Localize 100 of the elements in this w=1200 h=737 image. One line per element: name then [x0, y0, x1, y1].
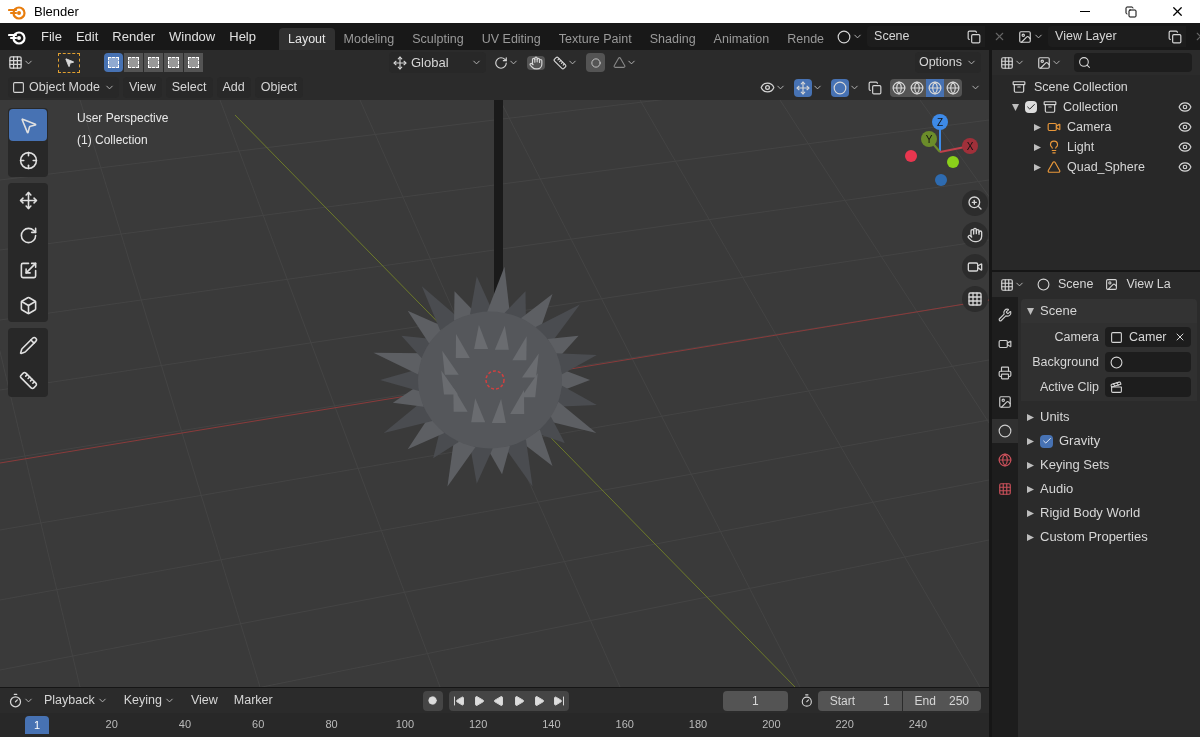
outliner-item[interactable]: Collection	[1063, 97, 1118, 117]
visibility-icon[interactable]	[1178, 160, 1192, 174]
expand-arrow-icon[interactable]	[1034, 123, 1041, 131]
expand-arrow-icon[interactable]	[1027, 509, 1034, 517]
proportional-edit-icon[interactable]	[590, 57, 601, 68]
property-field[interactable]	[1105, 352, 1191, 372]
end-frame-field[interactable]: End 250	[902, 690, 981, 711]
expand-arrow-icon[interactable]	[1034, 163, 1041, 171]
menu-item[interactable]: Help	[222, 26, 263, 47]
select-mode-icon[interactable]	[144, 53, 163, 72]
checkbox[interactable]	[1025, 101, 1037, 113]
workspace-tab[interactable]: Shading	[640, 28, 705, 50]
select-mode-icon[interactable]	[164, 53, 183, 72]
checkbox[interactable]	[1040, 434, 1053, 448]
expand-arrow-icon[interactable]	[1027, 307, 1034, 315]
panel-header[interactable]: Audio	[1021, 477, 1197, 501]
select-mode-icon[interactable]	[104, 53, 123, 72]
stopwatch-icon[interactable]	[800, 693, 814, 708]
visibility-icon[interactable]	[760, 80, 775, 95]
menu-item[interactable]: File	[34, 26, 69, 47]
expand-arrow-icon[interactable]	[1012, 103, 1019, 111]
zoom-button[interactable]	[962, 190, 988, 216]
grid-view-button[interactable]	[962, 286, 988, 312]
pivot-icon[interactable]	[494, 55, 508, 70]
menu-item[interactable]: Render	[105, 26, 162, 47]
property-field[interactable]: Camer	[1105, 327, 1191, 347]
workspace-tab[interactable]: Animation	[704, 28, 779, 50]
duplicate-icon[interactable]	[967, 29, 982, 44]
scene-field[interactable]: Scene	[867, 26, 986, 47]
current-frame-field[interactable]: 1	[722, 690, 789, 711]
outliner-item[interactable]: Light	[1067, 137, 1147, 157]
context-tab[interactable]: Scene	[1037, 275, 1094, 294]
options-dropdown[interactable]: Options	[914, 52, 981, 73]
playhead-marker[interactable]: 1	[25, 716, 49, 734]
select-mode-icon[interactable]	[184, 53, 203, 72]
workspace-tab[interactable]: Texture Paint	[549, 28, 641, 50]
start-frame-field[interactable]: Start 1	[817, 690, 902, 711]
expand-arrow-icon[interactable]	[1027, 461, 1034, 469]
editor-type-icon[interactable]	[8, 693, 23, 708]
display-mode-icon[interactable]	[1000, 55, 1014, 70]
select-mode-icon[interactable]	[124, 53, 143, 72]
workspace-tab[interactable]: Modeling	[334, 28, 404, 50]
shading-mode-icon[interactable]	[892, 80, 906, 95]
falloff-icon[interactable]	[613, 56, 626, 69]
outliner-item[interactable]: Quad_Sphere	[1067, 157, 1147, 177]
orientation-dropdown[interactable]: Global	[389, 52, 486, 73]
select-tool-button[interactable]	[9, 109, 47, 141]
panel-header[interactable]: Scene	[1021, 299, 1197, 323]
shading-mode-icon[interactable]	[910, 80, 924, 95]
workspace-tab[interactable]: Rende	[778, 28, 834, 50]
visibility-icon[interactable]	[1178, 120, 1192, 134]
expand-arrow-icon[interactable]	[1027, 413, 1034, 421]
shading-mode-icon[interactable]	[928, 80, 942, 95]
select-tool-icon[interactable]	[58, 52, 80, 73]
context-tab[interactable]: View La	[1105, 275, 1171, 294]
expand-arrow-icon[interactable]	[1034, 143, 1041, 151]
workspace-tab[interactable]: UV Editing	[472, 28, 550, 50]
snap-target-icon[interactable]	[553, 55, 567, 70]
expand-arrow-icon[interactable]	[1027, 437, 1034, 445]
duplicate-icon[interactable]	[1168, 29, 1183, 44]
property-field[interactable]	[1105, 377, 1191, 397]
viewport-menu[interactable]: View	[122, 77, 162, 98]
visibility-icon[interactable]	[1178, 140, 1192, 154]
panel-header[interactable]: Rigid Body World	[1021, 501, 1197, 525]
viewport-menu[interactable]: Select	[165, 77, 213, 98]
editor-type-icon[interactable]	[1000, 277, 1014, 292]
axis-gizmo-drawing[interactable]: Z Y X	[900, 112, 984, 192]
menu-item[interactable]: Window	[162, 26, 223, 47]
timeline-menu[interactable]: Playback	[38, 691, 114, 710]
xray-icon[interactable]	[868, 80, 882, 95]
workspace-tab[interactable]: Layout	[279, 28, 335, 50]
editor-type-icon[interactable]	[8, 55, 23, 70]
outliner-item[interactable]: Camera	[1067, 117, 1147, 137]
search-field[interactable]	[1074, 53, 1192, 72]
scene-tab[interactable]	[992, 419, 1018, 443]
view-layer-field[interactable]: View Layer	[1048, 26, 1187, 47]
overlay-toggle-icon[interactable]	[833, 80, 847, 95]
viewport-menu[interactable]: Object	[254, 77, 303, 98]
mode-dropdown[interactable]: Object Mode	[8, 77, 119, 98]
viewport-menu[interactable]: Add	[216, 77, 251, 98]
filter-icon[interactable]	[1037, 55, 1051, 70]
snap-icon[interactable]	[529, 55, 543, 70]
panel-header[interactable]: Custom Properties	[1021, 525, 1197, 549]
timeline-menu[interactable]: Marker	[227, 691, 279, 710]
timeline-menu[interactable]: Keying	[117, 691, 181, 710]
visibility-icon[interactable]	[1178, 100, 1192, 114]
pan-button[interactable]	[962, 222, 988, 248]
clear-icon[interactable]	[1174, 331, 1186, 343]
camera-view-button[interactable]	[962, 254, 988, 280]
panel-header[interactable]: Units	[1021, 405, 1197, 429]
shading-mode-icon[interactable]	[946, 80, 960, 95]
record-button[interactable]	[422, 690, 443, 711]
expand-arrow-icon[interactable]	[1027, 485, 1034, 493]
panel-header[interactable]: Keying Sets	[1021, 453, 1197, 477]
gizmo-toggle-icon[interactable]	[796, 80, 810, 95]
panel-header[interactable]: Gravity	[1021, 429, 1197, 453]
timeline-menu[interactable]: View	[184, 691, 224, 710]
outliner-item[interactable]: Scene Collection	[1034, 77, 1128, 97]
menu-item[interactable]: Edit	[68, 26, 106, 47]
expand-arrow-icon[interactable]	[1027, 533, 1034, 541]
